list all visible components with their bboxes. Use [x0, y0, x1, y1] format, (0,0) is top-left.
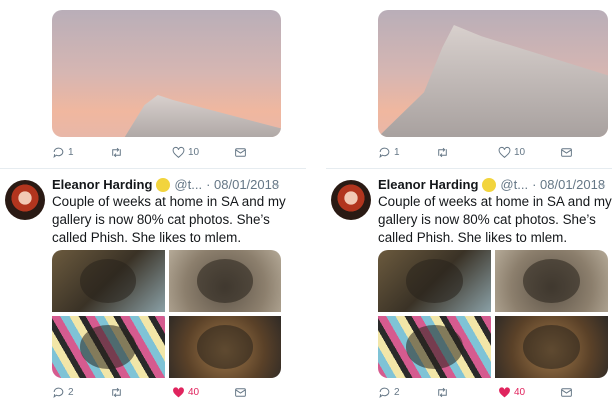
- author-name[interactable]: Eleanor Harding: [52, 177, 152, 192]
- like-count: 10: [188, 147, 200, 158]
- airplane-wing: [378, 25, 608, 137]
- tweet-actions: 2 40: [52, 386, 262, 402]
- tweet-date: · 08/01/2018: [532, 177, 606, 192]
- author-handle[interactable]: @t...: [500, 177, 528, 192]
- message-button[interactable]: [234, 146, 247, 159]
- tweet-panel-left: 1 10 Eleanor Harding @t... · 08/01/2018 …: [0, 0, 306, 408]
- envelope-icon: [561, 148, 572, 157]
- cat-photo[interactable]: [52, 250, 165, 312]
- photo-grid: [52, 250, 281, 378]
- tweet-header: Eleanor Harding @t... · 08/01/2018: [378, 177, 605, 192]
- retweet-button[interactable]: [110, 386, 123, 399]
- tweet-panel-right: 1 10 Eleanor Harding @t... · 08/01/2018 …: [326, 0, 612, 408]
- cat-photo[interactable]: [378, 316, 491, 378]
- tweet-text: Couple of weeks at home in SA and my gal…: [52, 194, 286, 245]
- heart-icon: [498, 146, 511, 159]
- retweet-button[interactable]: [110, 146, 123, 159]
- like-button[interactable]: 40: [172, 386, 199, 399]
- cat-photo[interactable]: [378, 250, 491, 312]
- divider: [326, 168, 612, 169]
- divider: [0, 168, 306, 169]
- heart-filled-icon: [499, 387, 510, 398]
- envelope-icon: [235, 388, 246, 397]
- message-button[interactable]: [560, 146, 573, 159]
- top-tweet-actions: 1 10: [378, 146, 588, 162]
- retweet-icon: [438, 387, 447, 398]
- reply-icon: [53, 387, 64, 398]
- envelope-icon: [561, 388, 572, 397]
- wing-photo[interactable]: [52, 10, 281, 137]
- message-button[interactable]: [234, 386, 247, 399]
- cat-photo[interactable]: [168, 250, 281, 312]
- tweet-actions: 2 40: [378, 386, 588, 402]
- author-handle[interactable]: @t...: [174, 177, 202, 192]
- like-count: 40: [514, 387, 526, 398]
- airplane-wing: [119, 95, 281, 137]
- like-button[interactable]: 40: [498, 386, 525, 399]
- reply-count: 2: [394, 387, 400, 398]
- avatar[interactable]: [331, 180, 371, 220]
- retweet-button[interactable]: [436, 386, 449, 399]
- reply-count: 1: [394, 147, 400, 158]
- avatar[interactable]: [5, 180, 45, 220]
- retweet-icon: [438, 147, 447, 158]
- emoji-badge-icon: [482, 177, 497, 192]
- like-button[interactable]: 10: [498, 146, 525, 159]
- tweet-date: · 08/01/2018: [206, 177, 280, 192]
- heart-filled-icon: [173, 387, 184, 398]
- reply-count: 2: [68, 387, 74, 398]
- chevron-down-icon[interactable]: ⌄: [599, 179, 607, 190]
- retweet-icon: [112, 387, 121, 398]
- tweet-text: Couple of weeks at home in SA and my gal…: [378, 194, 612, 245]
- tweet-header: Eleanor Harding @t... · 08/01/2018: [52, 177, 279, 192]
- like-button[interactable]: 10: [172, 146, 199, 159]
- reply-icon: [379, 387, 390, 398]
- retweet-button[interactable]: [436, 146, 449, 159]
- reply-button[interactable]: 2: [378, 386, 400, 399]
- heart-icon: [172, 146, 185, 159]
- emoji-badge-icon: [156, 177, 171, 192]
- cat-photo[interactable]: [168, 316, 281, 378]
- cat-photo[interactable]: [495, 316, 608, 378]
- reply-button[interactable]: 1: [378, 146, 400, 159]
- reply-icon: [379, 147, 390, 158]
- cat-photo[interactable]: [495, 250, 608, 312]
- reply-button[interactable]: 2: [52, 386, 74, 399]
- like-count: 10: [514, 147, 526, 158]
- photo-grid: [378, 250, 608, 378]
- chevron-down-icon[interactable]: ⌄: [273, 179, 281, 190]
- reply-icon: [53, 147, 64, 158]
- cat-photo[interactable]: [52, 316, 165, 378]
- top-tweet-actions: 1 10: [52, 146, 262, 162]
- wing-photo[interactable]: [378, 10, 608, 137]
- author-name[interactable]: Eleanor Harding: [378, 177, 478, 192]
- envelope-icon: [235, 148, 246, 157]
- like-count: 40: [188, 387, 200, 398]
- retweet-icon: [112, 147, 121, 158]
- message-button[interactable]: [560, 386, 573, 399]
- reply-count: 1: [68, 147, 74, 158]
- reply-button[interactable]: 1: [52, 146, 74, 159]
